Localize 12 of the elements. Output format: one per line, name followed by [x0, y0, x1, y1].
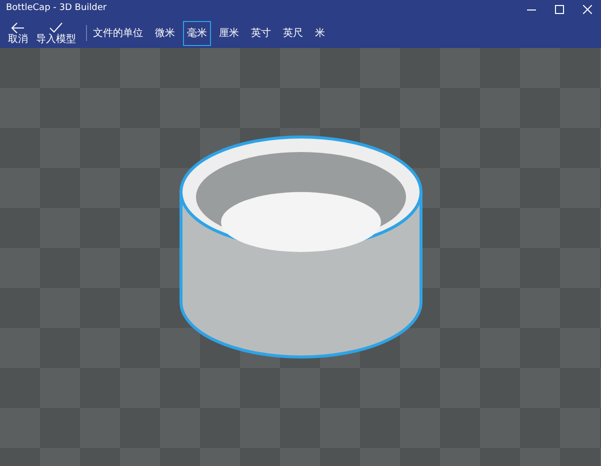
- unit-option[interactable]: 毫米: [183, 20, 211, 46]
- unit-option[interactable]: 英寸: [247, 20, 275, 46]
- unit-option[interactable]: 厘米: [215, 20, 243, 46]
- import-button[interactable]: 导入模型: [32, 22, 80, 44]
- unit-option[interactable]: 微米: [151, 20, 179, 46]
- unit-option[interactable]: 米: [311, 20, 329, 46]
- back-arrow-icon: [11, 22, 25, 34]
- checkmark-icon: [49, 22, 63, 34]
- units-label: 文件的单位: [93, 26, 143, 40]
- cancel-button[interactable]: 取消: [4, 22, 32, 44]
- window-title: BottleCap - 3D Builder: [6, 2, 107, 16]
- unit-option[interactable]: 英尺: [279, 20, 307, 46]
